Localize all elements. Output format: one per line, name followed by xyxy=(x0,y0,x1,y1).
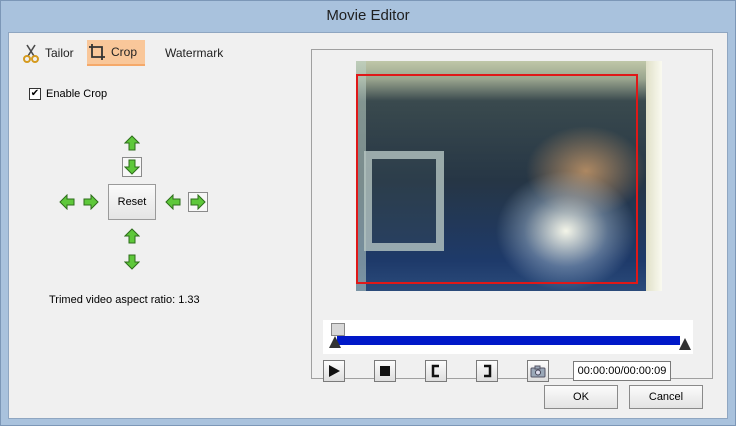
client-area: Tailor Crop Watermark ✔ Enable Crop Rese… xyxy=(8,32,728,419)
video-preview xyxy=(356,61,662,291)
time-display: 00:00:00/00:00:09 xyxy=(573,361,671,381)
aspect-ratio-text: Trimed video aspect ratio: 1.33 xyxy=(49,294,200,306)
timeline[interactable] xyxy=(323,320,693,354)
stop-button[interactable] xyxy=(374,360,396,382)
mark-in-button[interactable] xyxy=(425,360,447,382)
timeline-end-marker[interactable] xyxy=(679,338,691,350)
movie-editor-window: Movie Editor Tailor Crop Watermark ✔ Ena… xyxy=(0,0,736,426)
bottom-edge-up-button[interactable] xyxy=(122,226,142,246)
timeline-playhead[interactable] xyxy=(331,323,345,336)
mark-out-icon xyxy=(484,364,492,378)
tab-crop-label: Crop xyxy=(111,45,138,59)
left-edge-left-button[interactable] xyxy=(57,192,77,212)
arrow-up-icon xyxy=(124,228,140,244)
reset-button[interactable]: Reset xyxy=(108,184,156,220)
camera-icon xyxy=(530,365,546,378)
preview-panel: 00:00:00/00:00:09 xyxy=(311,49,713,382)
top-edge-up-button[interactable] xyxy=(122,133,142,153)
ok-button[interactable]: OK xyxy=(544,385,618,409)
arrow-up-icon xyxy=(124,135,140,151)
checkbox-box[interactable]: ✔ xyxy=(29,88,41,100)
enable-crop-label: Enable Crop xyxy=(46,88,108,100)
right-edge-left-button[interactable] xyxy=(163,192,183,212)
video-frame-edge xyxy=(646,61,662,291)
arrow-left-icon xyxy=(59,194,75,210)
title-bar[interactable]: Movie Editor xyxy=(1,1,735,32)
arrow-left-icon xyxy=(165,194,181,210)
cancel-button[interactable]: Cancel xyxy=(629,385,703,409)
left-edge-right-button[interactable] xyxy=(81,192,101,212)
mark-in-icon xyxy=(431,364,439,378)
tab-watermark[interactable]: Watermark xyxy=(159,41,223,65)
snapshot-button[interactable] xyxy=(527,360,549,382)
tab-tailor[interactable]: Tailor xyxy=(21,41,74,65)
play-button[interactable] xyxy=(323,360,345,382)
tab-crop[interactable]: Crop xyxy=(87,40,146,66)
arrow-right-icon xyxy=(190,194,206,210)
arrow-down-icon xyxy=(124,159,140,175)
timeline-start-marker[interactable] xyxy=(329,336,341,348)
scissors-icon xyxy=(21,43,41,63)
bottom-edge-down-button[interactable] xyxy=(122,252,142,272)
play-icon xyxy=(329,365,340,377)
enable-crop-checkbox[interactable]: ✔ Enable Crop xyxy=(29,88,107,100)
stop-icon xyxy=(380,366,390,376)
top-edge-down-button[interactable] xyxy=(122,157,142,177)
timeline-selection-bar[interactable] xyxy=(337,336,680,345)
crop-rectangle[interactable] xyxy=(356,74,638,284)
crop-icon xyxy=(87,42,107,62)
tab-watermark-label: Watermark xyxy=(165,46,224,60)
tab-strip: Tailor Crop Watermark xyxy=(21,40,281,67)
arrow-down-icon xyxy=(124,254,140,270)
right-edge-right-button[interactable] xyxy=(188,192,208,212)
mark-out-button[interactable] xyxy=(476,360,498,382)
arrow-right-icon xyxy=(83,194,99,210)
tab-tailor-label: Tailor xyxy=(45,46,74,60)
window-title: Movie Editor xyxy=(326,7,410,24)
